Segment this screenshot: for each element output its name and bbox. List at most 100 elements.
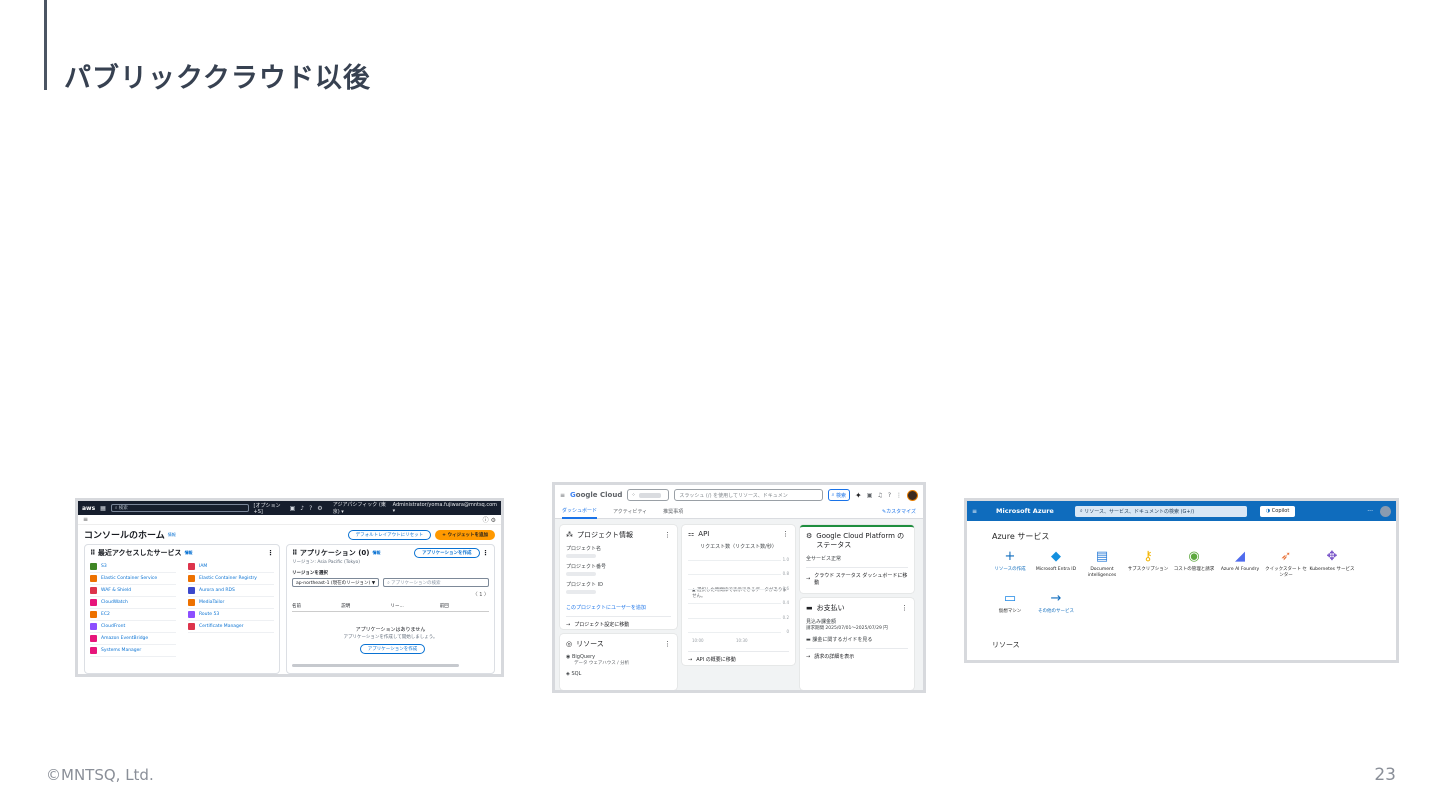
status-dashboard-link[interactable]: → クラウド ステータス ダッシュボードに移動 bbox=[806, 567, 908, 586]
recent-service-item[interactable]: CloudFront bbox=[90, 621, 176, 633]
gcp-search-input[interactable]: スラッシュ (/) を使用してリソース、ドキュメン bbox=[674, 489, 823, 501]
billing-guide-link[interactable]: ▬ 課金に関するガイドを見る bbox=[806, 636, 908, 643]
recent-service-item[interactable]: Elastic Container Service bbox=[90, 573, 176, 585]
tab-recommendations[interactable]: 推奨事項 bbox=[663, 508, 683, 515]
region-select[interactable]: ap-northeast-1 (現在のリージョン) ▼ bbox=[292, 578, 380, 587]
api-overview-link[interactable]: → API の概要に移動 bbox=[688, 651, 789, 663]
recent-service-item[interactable]: Route 53 bbox=[188, 609, 274, 621]
find-applications-input[interactable]: ⌕ アプリケーションの検索 bbox=[383, 578, 489, 587]
more-vert-icon[interactable]: ⋮ bbox=[664, 531, 671, 539]
cloudshell-icon[interactable]: ▣ bbox=[290, 505, 296, 512]
azure-service-tile[interactable]: ▤ Document intelligences bbox=[1079, 548, 1125, 590]
aws-account-menu[interactable]: Administrator/yoma.fujiwara@mntsq.com ▾ bbox=[393, 502, 497, 514]
avatar[interactable] bbox=[1380, 505, 1391, 517]
pagination[interactable]: 〈 1 〉 bbox=[292, 591, 489, 598]
google-cloud-console-screenshot: ≡ Google Cloud ⁘ スラッシュ (/) を使用してリソース、ドキュ… bbox=[552, 482, 926, 693]
azure-service-tile[interactable]: + リソースの作成 bbox=[987, 548, 1033, 590]
bell-icon[interactable]: ♪ bbox=[300, 505, 304, 512]
grid-icon[interactable]: ▦ bbox=[100, 505, 106, 512]
azure-service-label: コストの管理と請求 bbox=[1173, 567, 1215, 572]
project-picker[interactable]: ⁘ bbox=[627, 489, 670, 501]
hamburger-icon[interactable]: ≡ bbox=[972, 508, 977, 515]
azure-services-heading: Azure サービス bbox=[992, 532, 1050, 541]
tab-dashboard[interactable]: ダッシュボード bbox=[562, 505, 598, 519]
azure-top-bar: ≡ Microsoft Azure ⌕ リソース、サービス、ドキュメントの検索 … bbox=[967, 501, 1396, 521]
gcp-search-button[interactable]: ⌕ 検索 bbox=[827, 489, 851, 501]
info-circle-icon[interactable]: ⓘ bbox=[483, 517, 489, 524]
aws-top-bar: aws ▦ ⌕ 検索 [オプション+S] ▣ ♪ ? ⚙ アジアパシフィック (… bbox=[78, 501, 501, 515]
slide-title: パブリッククラウド以後 bbox=[64, 63, 371, 94]
help-icon[interactable]: ? bbox=[888, 492, 891, 499]
recent-service-item[interactable]: EC2 bbox=[90, 609, 176, 621]
gear-icon[interactable]: ⚙ bbox=[317, 505, 322, 512]
gemini-sparkle-icon[interactable]: ✦ bbox=[855, 491, 862, 500]
col-last[interactable]: 前回 bbox=[440, 603, 489, 609]
azure-search-input[interactable]: ⌕ リソース、サービス、ドキュメントの検索 (G+/) bbox=[1074, 505, 1247, 517]
azure-service-tile[interactable]: ➶ クイックスタート センター bbox=[1263, 548, 1309, 590]
recent-service-item[interactable]: Systems Manager bbox=[90, 645, 176, 657]
drag-handle-icon[interactable]: ⠿ bbox=[90, 549, 98, 557]
customize-button[interactable]: ✎カスタマイズ bbox=[882, 508, 916, 515]
horizontal-scrollbar[interactable] bbox=[292, 664, 460, 667]
create-application-button[interactable]: アプリケーションを作成 bbox=[414, 548, 480, 558]
service-label: WAF & Shield bbox=[101, 588, 132, 593]
applications-table-header: 名前 説明 リー... 前回 bbox=[292, 601, 489, 612]
azure-service-tile[interactable]: ⚷ サブスクリプション bbox=[1125, 548, 1171, 590]
help-icon[interactable]: ? bbox=[309, 505, 312, 512]
resource-sql[interactable]: ◈ SQL bbox=[566, 671, 671, 677]
recent-service-item[interactable]: Certificate Manager bbox=[188, 621, 274, 633]
col-region[interactable]: リー... bbox=[391, 603, 440, 609]
azure-service-label: サブスクリプション bbox=[1127, 567, 1169, 572]
recent-service-item[interactable]: S3 bbox=[90, 561, 176, 573]
service-icon bbox=[90, 611, 97, 618]
chart-gridline bbox=[688, 588, 781, 590]
project-settings-link[interactable]: → プロジェクト設定に移動 bbox=[566, 616, 671, 628]
more-vert-icon[interactable]: ⋮ bbox=[901, 604, 908, 612]
aws-region-menu[interactable]: アジアパシフィック (東京) ▾ bbox=[333, 501, 388, 515]
recent-service-item[interactable]: MediaTailor bbox=[188, 597, 274, 609]
gcp-logo: Google Cloud bbox=[570, 491, 623, 499]
recent-service-item[interactable]: WAF & Shield bbox=[90, 585, 176, 597]
azure-service-tile[interactable]: → その他のサービス bbox=[1033, 590, 1079, 632]
avatar[interactable] bbox=[907, 489, 918, 501]
azure-service-tile[interactable]: ◢ Azure AI Foundry bbox=[1217, 548, 1263, 590]
tab-activity[interactable]: アクティビティ bbox=[613, 508, 647, 515]
col-name[interactable]: 名前 bbox=[292, 603, 341, 609]
azure-service-tile[interactable]: ✥ Kubernetes サービス bbox=[1309, 548, 1355, 590]
more-horizontal-icon[interactable]: ··· bbox=[1367, 508, 1373, 515]
azure-service-tile[interactable]: ▭ 仮想マシン bbox=[987, 590, 1033, 632]
aws-search-input[interactable]: ⌕ 検索 bbox=[110, 504, 249, 512]
project-name-label: プロジェクト名 bbox=[566, 546, 602, 552]
more-vert-icon[interactable]: ⋮ bbox=[267, 549, 274, 557]
recent-service-item[interactable]: Elastic Container Registry bbox=[188, 573, 274, 585]
aws-info-link[interactable]: 情報 bbox=[168, 532, 176, 538]
more-vert-icon[interactable]: ⋮ bbox=[480, 549, 489, 557]
recent-service-item[interactable]: Amazon EventBridge bbox=[90, 633, 176, 645]
col-description[interactable]: 説明 bbox=[341, 603, 390, 609]
more-vert-icon[interactable]: ⋮ bbox=[782, 530, 789, 538]
service-icon bbox=[188, 575, 195, 582]
azure-services-grid: + リソースの作成 ◆ Microsoft Entra ID ▤ Document int… bbox=[987, 548, 1387, 632]
hamburger-icon[interactable]: ≡ bbox=[83, 516, 88, 523]
hamburger-icon[interactable]: ≡ bbox=[560, 492, 565, 499]
recent-service-item[interactable]: CloudWatch bbox=[90, 597, 176, 609]
recent-service-item[interactable]: IAM bbox=[188, 561, 274, 573]
billing-details-link[interactable]: → 請求の詳細を表示 bbox=[806, 648, 908, 660]
azure-service-tile[interactable]: ◉ コストの管理と請求 bbox=[1171, 548, 1217, 590]
empty-create-application-button[interactable]: アプリケーションを作成 bbox=[359, 644, 426, 654]
plus-icon: + bbox=[1004, 549, 1016, 564]
more-vert-icon[interactable]: ⋮ bbox=[664, 640, 671, 648]
region-line: リージョン: Asia Pacific (Tokyo) bbox=[292, 560, 361, 565]
cost-icon: ◉ bbox=[1188, 549, 1200, 564]
settings-circle-icon[interactable]: ⚙ bbox=[491, 517, 496, 524]
azure-service-tile[interactable]: ◆ Microsoft Entra ID bbox=[1033, 548, 1079, 590]
recent-service-item[interactable]: Aurora and RDS bbox=[188, 585, 274, 597]
drag-handle-icon[interactable]: ⠿ bbox=[292, 549, 300, 557]
add-widget-button[interactable]: + ウィジェットを追加 bbox=[435, 529, 495, 540]
add-user-link[interactable]: このプロジェクトにユーザーを追加 bbox=[566, 604, 671, 611]
reset-layout-button[interactable]: デフォルトレイアウトにリセット bbox=[347, 529, 432, 540]
more-vert-icon[interactable]: ⋮ bbox=[896, 492, 902, 499]
terminal-icon[interactable]: ▣ bbox=[867, 492, 873, 499]
bell-icon[interactable]: ♫ bbox=[877, 492, 882, 499]
copilot-button[interactable]: ◑ Copilot bbox=[1259, 505, 1296, 517]
